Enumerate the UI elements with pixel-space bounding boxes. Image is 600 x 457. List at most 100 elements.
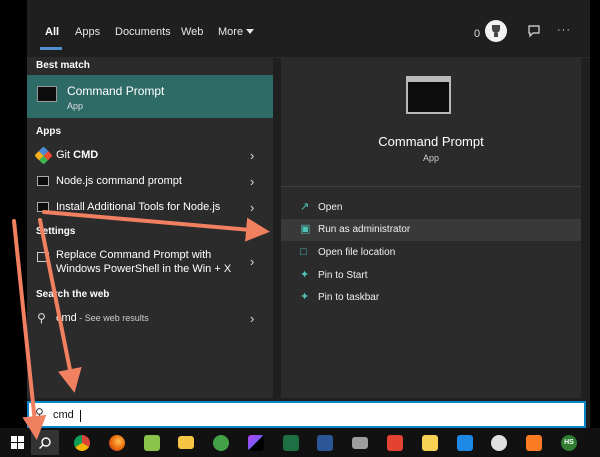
section-apps: Apps (36, 126, 61, 137)
chevron-right-icon[interactable]: › (250, 148, 254, 163)
tab-more[interactable]: More (218, 26, 255, 38)
action-label: Run as administrator (318, 224, 411, 235)
search-box[interactable]: ⚲ (27, 401, 586, 428)
best-match-name: Command Prompt (67, 84, 165, 98)
web-query: cmd (56, 312, 77, 324)
trophy-icon[interactable] (485, 20, 507, 42)
git-label-bold: CMD (73, 149, 99, 161)
taskbar-chrome[interactable] (68, 430, 96, 455)
app-detail-name: Command Prompt (378, 134, 484, 149)
filter-bar: All Apps Documents Web More 0 ··· (27, 0, 590, 58)
settings-item-line1: Replace Command Prompt with (56, 249, 212, 261)
app-item-label: Git CMD (56, 149, 98, 161)
app-item-git-cmd[interactable]: Git CMD › (27, 144, 273, 168)
settings-icon (37, 252, 49, 262)
taskbar-vpn[interactable] (485, 430, 513, 455)
taskbar-printer[interactable] (346, 430, 374, 455)
app-item-nodejs-prompt[interactable]: Node.js command prompt › (27, 170, 273, 194)
printer-icon (352, 436, 368, 449)
pin-icon: ✦ (300, 291, 310, 303)
action-pin-to-start[interactable]: ✦ Pin to Start (281, 265, 581, 287)
more-options-icon[interactable]: ··· (557, 24, 571, 36)
pin-icon: ✦ (300, 269, 310, 281)
section-best-match: Best match (36, 60, 90, 71)
taskbar-firefox[interactable] (103, 430, 131, 455)
text-cursor (80, 410, 81, 422)
search-icon (39, 436, 51, 449)
taskbar-sticky-notes[interactable] (416, 430, 444, 455)
command-prompt-icon (37, 202, 49, 212)
xampp-icon (526, 434, 542, 451)
firefox-icon (109, 434, 125, 451)
tab-web[interactable]: Web (181, 26, 203, 38)
best-match-type: App (67, 101, 84, 111)
taskbar: HS (0, 428, 600, 457)
search-icon: ⚲ (35, 406, 44, 420)
action-label: Open (318, 202, 343, 213)
app-detail-type: App (422, 153, 439, 163)
search-icon: ⚲ (37, 311, 46, 325)
word-icon (317, 434, 333, 451)
sticky-notes-icon (422, 434, 438, 451)
taskbar-excel[interactable] (277, 430, 305, 455)
xbox-icon (213, 434, 229, 451)
chevron-right-icon[interactable]: › (250, 174, 254, 189)
chevron-right-icon[interactable]: › (250, 254, 254, 269)
web-search-item[interactable]: ⚲ cmd - See web results › (27, 307, 273, 331)
calendar-icon (457, 434, 473, 451)
git-icon (34, 146, 53, 165)
tab-all[interactable]: All (45, 26, 59, 38)
section-search-web: Search the web (36, 289, 110, 300)
action-label: Open file location (318, 247, 396, 258)
taskbar-file-explorer[interactable] (172, 430, 200, 455)
phpstorm-icon (248, 434, 264, 451)
command-prompt-icon (37, 176, 49, 186)
taskbar-phpstorm[interactable] (242, 430, 270, 455)
action-open-file-location[interactable]: □ Open file location (281, 242, 581, 264)
settings-item-line2: Windows PowerShell in the Win + X (56, 263, 232, 275)
settings-item-replace-cmd[interactable]: Replace Command Prompt with Windows Powe… (27, 244, 273, 278)
start-button[interactable] (3, 430, 31, 455)
section-settings: Settings (36, 226, 76, 237)
web-search-label: cmd - See web results (56, 312, 149, 324)
command-prompt-icon (37, 86, 57, 102)
action-pin-to-taskbar[interactable]: ✦ Pin to taskbar (281, 287, 581, 309)
taskbar-xampp[interactable] (520, 430, 548, 455)
taskbar-calendar[interactable] (451, 430, 479, 455)
best-match-command-prompt[interactable]: Command Prompt App (27, 75, 273, 118)
taskbar-xbox[interactable] (207, 430, 235, 455)
chevron-down-icon (246, 29, 255, 34)
chrome-icon (74, 434, 90, 451)
taskbar-hs-app[interactable]: HS (555, 430, 583, 455)
app-details-pane: Command Prompt App ↗ Open ▣ Run as admin… (281, 58, 581, 398)
vpn-icon (491, 434, 507, 451)
rewards-points: 0 (474, 28, 481, 40)
search-input[interactable] (53, 405, 573, 425)
tab-documents[interactable]: Documents (115, 26, 171, 38)
action-open[interactable]: ↗ Open (281, 197, 581, 219)
tab-more-label: More (218, 26, 244, 38)
action-run-as-administrator[interactable]: ▣ Run as administrator (281, 219, 581, 241)
divider (281, 186, 581, 187)
web-suffix: - See web results (76, 313, 149, 323)
taskbar-search-button[interactable] (31, 430, 59, 455)
folder-icon (178, 436, 194, 449)
file-icon: □ (300, 246, 307, 258)
notepad-plus-icon (144, 434, 160, 451)
chevron-right-icon[interactable]: › (250, 200, 254, 215)
git-label-prefix: Git (56, 149, 74, 161)
feedback-icon[interactable] (527, 24, 541, 38)
todoist-icon (387, 434, 403, 451)
command-prompt-large-icon (406, 76, 451, 114)
hs-app-icon: HS (561, 434, 577, 451)
taskbar-word[interactable] (311, 430, 339, 455)
app-item-install-tools[interactable]: Install Additional Tools for Node.js › (27, 196, 273, 220)
tab-apps[interactable]: Apps (75, 26, 100, 38)
taskbar-todoist[interactable] (381, 430, 409, 455)
chevron-right-icon[interactable]: › (250, 311, 254, 326)
start-menu-search-panel: All Apps Documents Web More 0 ··· Best m… (27, 0, 590, 428)
action-label: Pin to Start (318, 270, 368, 281)
app-item-label: Node.js command prompt (56, 175, 182, 187)
taskbar-notepad-plus[interactable] (138, 430, 166, 455)
shield-icon: ▣ (300, 223, 311, 235)
